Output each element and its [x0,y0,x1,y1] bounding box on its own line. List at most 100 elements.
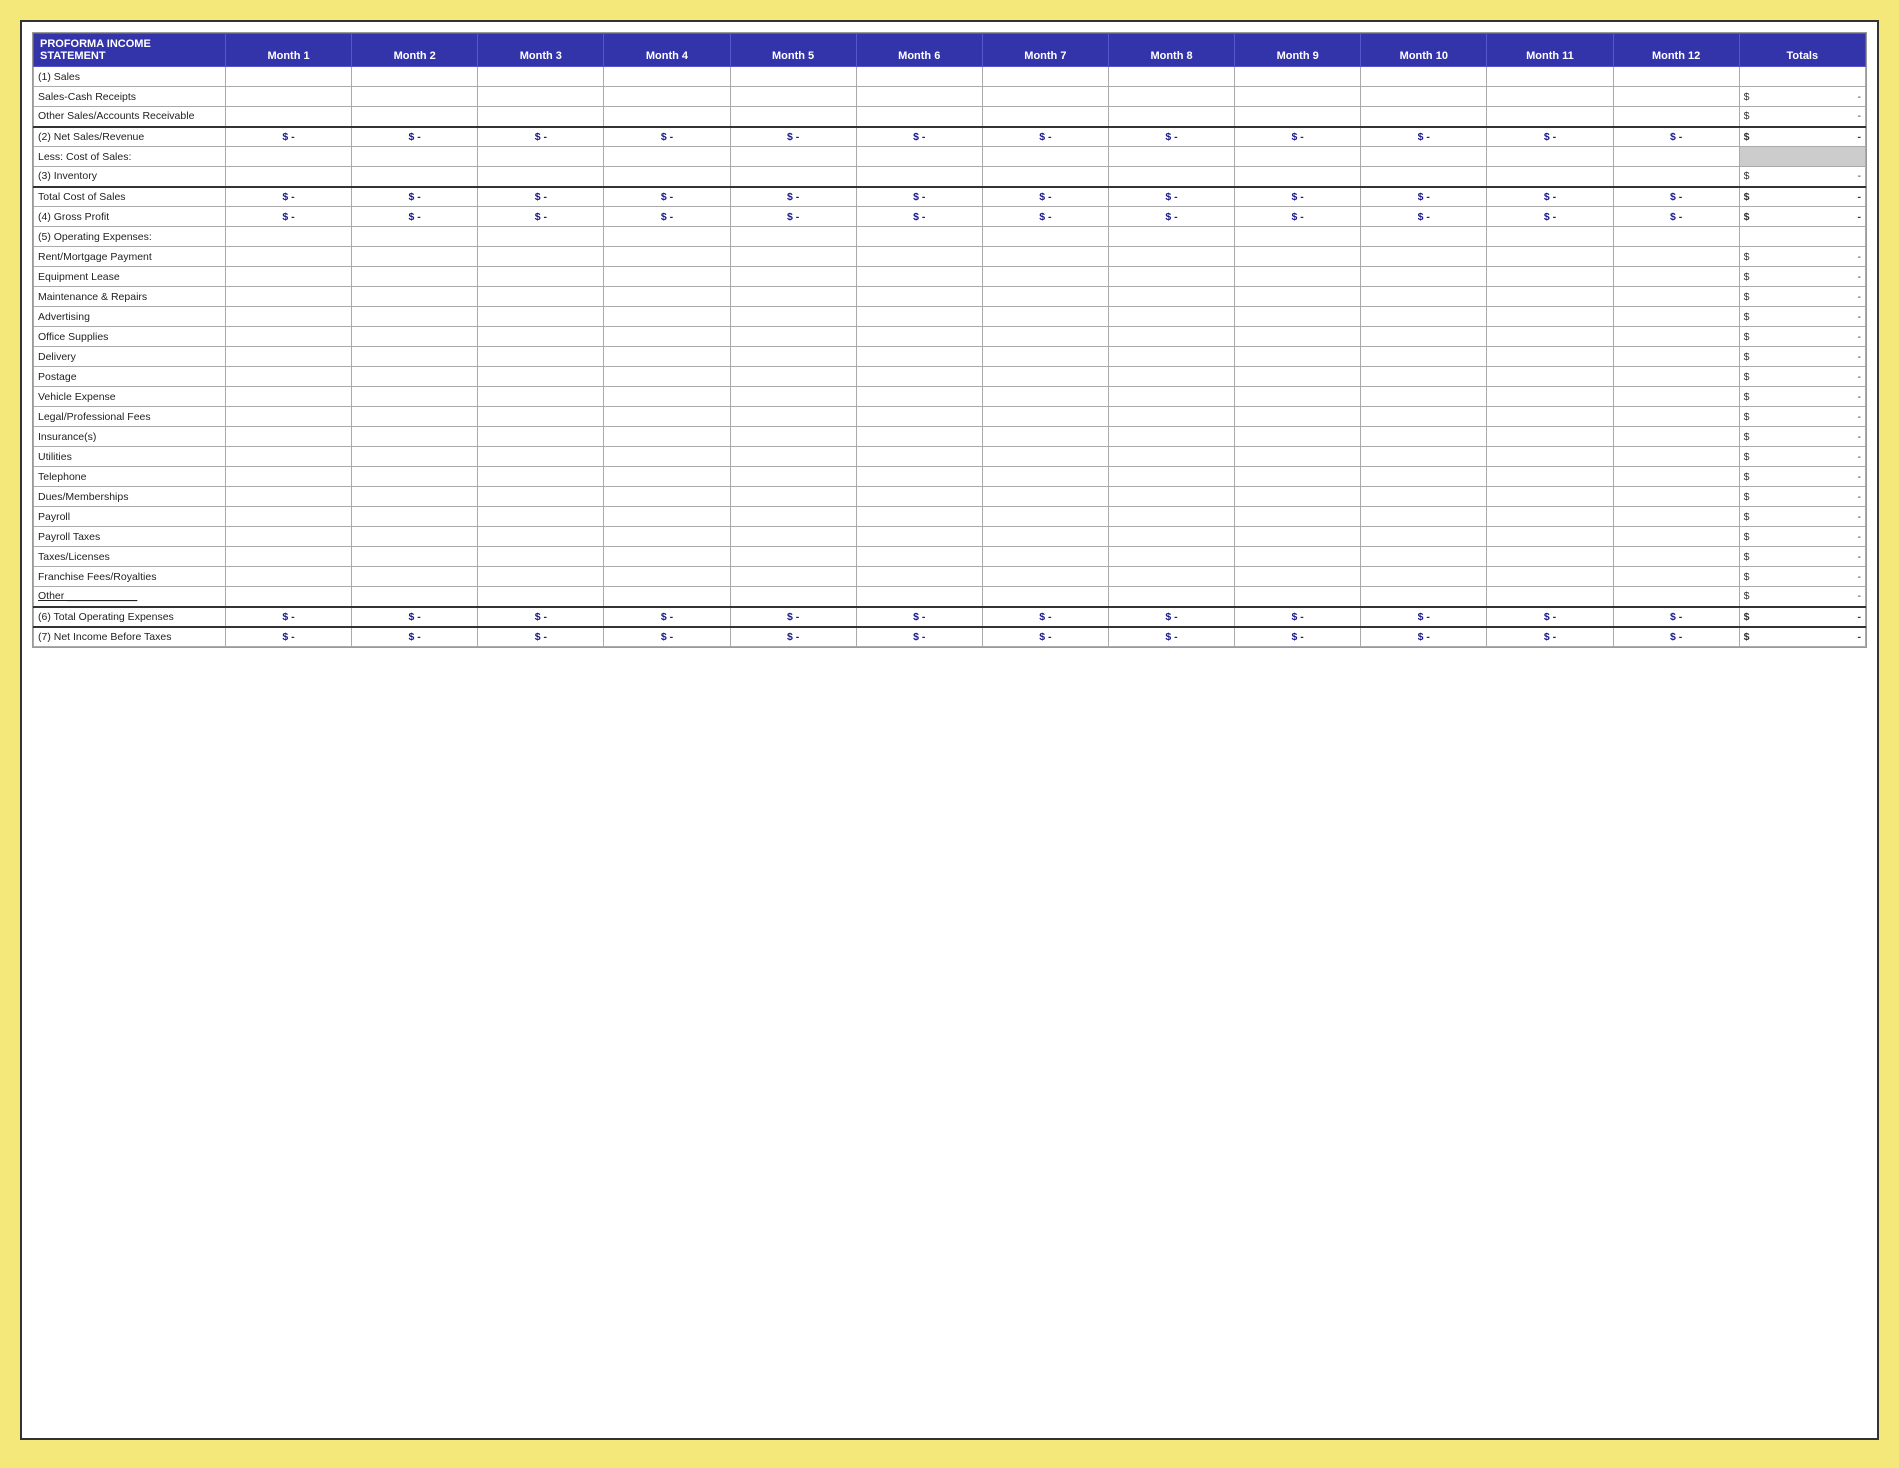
month-value-cell[interactable] [604,147,730,167]
month-value-cell[interactable] [1361,267,1487,287]
totals-cell[interactable]: $- [1739,607,1865,627]
month-value-cell[interactable] [730,107,856,127]
month-value-cell[interactable] [856,67,982,87]
month-value-cell[interactable] [730,427,856,447]
totals-cell[interactable]: $- [1739,447,1865,467]
month-value-cell[interactable] [1235,267,1361,287]
month-value-cell[interactable] [604,327,730,347]
month-value-cell[interactable] [604,307,730,327]
month-value-cell[interactable] [1613,387,1739,407]
month-value-cell[interactable] [225,247,351,267]
month-value-cell[interactable] [856,87,982,107]
month-value-cell[interactable] [1613,287,1739,307]
month-value-cell[interactable] [730,227,856,247]
month-value-cell[interactable] [1235,407,1361,427]
month-value-cell[interactable] [1487,447,1613,467]
month-value-cell[interactable] [225,507,351,527]
month-value-cell[interactable] [352,587,478,607]
month-value-cell[interactable] [982,67,1108,87]
month-value-cell[interactable]: $ - [478,187,604,207]
month-value-cell[interactable] [1361,287,1487,307]
month-value-cell[interactable] [1613,167,1739,187]
totals-cell[interactable]: $- [1739,247,1865,267]
month-value-cell[interactable] [352,547,478,567]
month-value-cell[interactable] [730,467,856,487]
month-value-cell[interactable] [856,327,982,347]
month-value-cell[interactable] [1613,307,1739,327]
month-value-cell[interactable] [982,247,1108,267]
month-value-cell[interactable]: $ - [982,627,1108,647]
totals-cell[interactable]: $- [1739,167,1865,187]
month-value-cell[interactable] [982,547,1108,567]
month-value-cell[interactable] [1487,367,1613,387]
month-value-cell[interactable] [352,467,478,487]
month-value-cell[interactable] [1108,267,1234,287]
month-value-cell[interactable] [730,167,856,187]
month-value-cell[interactable] [730,567,856,587]
month-value-cell[interactable] [1613,227,1739,247]
month-value-cell[interactable] [352,107,478,127]
month-value-cell[interactable] [1361,487,1487,507]
month-value-cell[interactable]: $ - [1235,187,1361,207]
month-value-cell[interactable] [1235,287,1361,307]
month-value-cell[interactable] [1235,507,1361,527]
month-value-cell[interactable] [225,567,351,587]
month-value-cell[interactable] [1361,167,1487,187]
month-value-cell[interactable] [225,587,351,607]
month-value-cell[interactable]: $ - [982,207,1108,227]
month-value-cell[interactable] [478,67,604,87]
month-value-cell[interactable]: $ - [1108,607,1234,627]
month-value-cell[interactable] [1487,547,1613,567]
totals-cell[interactable]: $- [1739,427,1865,447]
month-value-cell[interactable] [730,587,856,607]
month-value-cell[interactable] [1108,247,1234,267]
month-value-cell[interactable]: $ - [352,127,478,147]
month-value-cell[interactable] [730,387,856,407]
month-value-cell[interactable] [1487,87,1613,107]
month-value-cell[interactable] [604,467,730,487]
totals-cell[interactable]: $- [1739,407,1865,427]
month-value-cell[interactable] [1235,167,1361,187]
month-value-cell[interactable] [1613,327,1739,347]
month-value-cell[interactable] [856,167,982,187]
month-value-cell[interactable] [982,327,1108,347]
month-value-cell[interactable] [1487,567,1613,587]
month-value-cell[interactable]: $ - [856,207,982,227]
month-value-cell[interactable] [478,267,604,287]
month-value-cell[interactable] [982,87,1108,107]
month-value-cell[interactable] [1487,227,1613,247]
month-value-cell[interactable] [1108,287,1234,307]
month-value-cell[interactable] [982,147,1108,167]
totals-cell[interactable]: $- [1739,507,1865,527]
month-value-cell[interactable] [1361,527,1487,547]
month-value-cell[interactable] [225,427,351,447]
month-value-cell[interactable] [1361,247,1487,267]
month-value-cell[interactable] [352,487,478,507]
month-value-cell[interactable] [856,367,982,387]
month-value-cell[interactable] [1613,407,1739,427]
month-value-cell[interactable] [604,87,730,107]
totals-cell[interactable]: $- [1739,187,1865,207]
month-value-cell[interactable] [1235,347,1361,367]
month-value-cell[interactable] [1361,227,1487,247]
month-value-cell[interactable] [352,267,478,287]
month-value-cell[interactable] [225,267,351,287]
month-value-cell[interactable] [982,227,1108,247]
month-value-cell[interactable] [1487,387,1613,407]
month-value-cell[interactable] [982,287,1108,307]
month-value-cell[interactable] [1613,467,1739,487]
month-value-cell[interactable]: $ - [604,187,730,207]
month-value-cell[interactable] [604,167,730,187]
month-value-cell[interactable] [1613,347,1739,367]
month-value-cell[interactable] [856,507,982,527]
totals-cell[interactable]: $- [1739,367,1865,387]
month-value-cell[interactable] [1108,587,1234,607]
month-value-cell[interactable] [1235,87,1361,107]
month-value-cell[interactable] [982,507,1108,527]
month-value-cell[interactable] [1613,247,1739,267]
month-value-cell[interactable] [1108,467,1234,487]
month-value-cell[interactable] [604,527,730,547]
month-value-cell[interactable] [1361,547,1487,567]
month-value-cell[interactable] [1361,307,1487,327]
month-value-cell[interactable] [225,407,351,427]
